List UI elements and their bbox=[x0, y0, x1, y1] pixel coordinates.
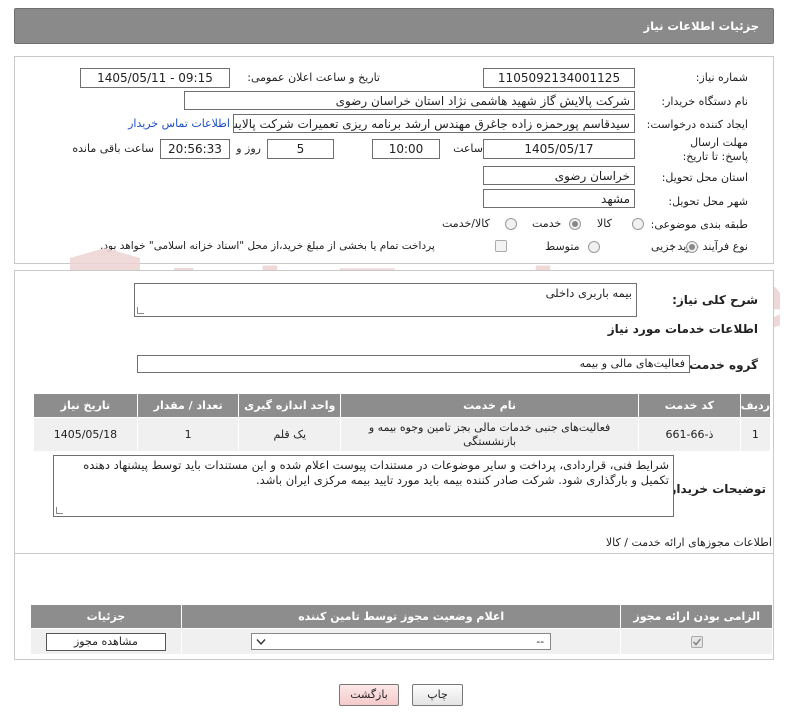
process-radio-minor[interactable] bbox=[686, 241, 698, 253]
permit-status-value: -- bbox=[536, 634, 545, 648]
creator-label: ایجاد کننده درخواست: bbox=[646, 118, 748, 131]
permit-status-select[interactable]: -- bbox=[251, 632, 552, 650]
permits-table: الزامی بودن ارائه مجوز اعلام وضعیت مجوز … bbox=[30, 604, 773, 655]
buyer-notes-textarea[interactable]: شرایط فنی، قراردادی، پرداخت و سایر موضوع… bbox=[53, 455, 674, 517]
category-radio-goods[interactable] bbox=[632, 218, 644, 230]
days-label: روز و bbox=[236, 142, 261, 155]
row-qty: 1 bbox=[136, 417, 240, 452]
process-label: نوع فرآیند خرید : bbox=[670, 240, 748, 253]
service-group-label: گروه خدمت: bbox=[684, 358, 758, 372]
row-unit: یک قلم bbox=[238, 417, 342, 452]
buyer-label: نام دستگاه خریدار: bbox=[661, 95, 748, 108]
col-index: ردیف bbox=[739, 393, 772, 418]
need-number-field: 1105092134001125 bbox=[483, 68, 635, 88]
category-radio-goods-service[interactable] bbox=[505, 218, 517, 230]
need-number-label: شماره نیاز: bbox=[695, 71, 748, 84]
service-group-field: فعالیت‌های مالی و بیمه bbox=[137, 355, 690, 373]
col-qty: تعداد / مقدار bbox=[136, 393, 240, 418]
buyer-notes-label: توضیحات خریدار: bbox=[664, 482, 766, 496]
back-button[interactable]: بازگشت bbox=[339, 684, 399, 706]
category-option-service: خدمت bbox=[532, 217, 562, 230]
view-permit-button[interactable]: مشاهده مجوز bbox=[45, 632, 166, 651]
category-label: طبقه بندی موضوعی: bbox=[650, 218, 748, 231]
city-field: مشهد bbox=[483, 189, 635, 208]
col-permit-details: جزئیات bbox=[30, 604, 182, 629]
summary-label: شرح کلی نیاز: bbox=[672, 293, 758, 307]
permits-section-title: اطلاعات مجوزهای ارائه خدمت / کالا bbox=[605, 536, 772, 549]
table-row: -- مشاهده مجوز bbox=[30, 628, 773, 655]
page-title: جزئیات اطلاعات نیاز bbox=[643, 19, 759, 33]
category-option-goods: کالا bbox=[597, 217, 612, 230]
summary-text: بیمه باربری داخلی bbox=[545, 286, 632, 300]
resize-handle-icon[interactable] bbox=[56, 507, 63, 514]
buyer-notes-text: شرایط فنی، قراردادی، پرداخت و سایر موضوع… bbox=[83, 458, 669, 487]
process-option-minor: جزیی bbox=[651, 240, 677, 253]
row-date: 1405/05/18 bbox=[33, 417, 138, 452]
col-name: نام خدمت bbox=[340, 393, 640, 418]
col-permit-required: الزامی بودن ارائه مجوز bbox=[620, 604, 773, 629]
days-field: 5 bbox=[267, 139, 334, 159]
permits-table-header: الزامی بودن ارائه مجوز اعلام وضعیت مجوز … bbox=[30, 604, 773, 629]
category-radio-service[interactable] bbox=[569, 218, 581, 230]
print-button[interactable]: چاپ bbox=[412, 684, 463, 706]
remaining-label: ساعت باقی مانده bbox=[72, 142, 154, 155]
deadline-date-field: 1405/05/17 bbox=[483, 139, 635, 159]
process-radio-medium[interactable] bbox=[588, 241, 600, 253]
table-row: 1 ذ-66-661 فعالیت‌های جنبی خدمات مالی بج… bbox=[33, 417, 772, 452]
category-option-goods-service: کالا/خدمت bbox=[442, 217, 490, 230]
page-header: جزئیات اطلاعات نیاز bbox=[14, 8, 774, 44]
process-option-medium: متوسط bbox=[545, 240, 580, 253]
permit-details-cell: مشاهده مجوز bbox=[30, 628, 182, 655]
treasury-checkbox[interactable] bbox=[495, 240, 507, 252]
col-permit-status: اعلام وضعیت مجوز توسط تامین کننده bbox=[180, 604, 622, 629]
permit-required-checkbox bbox=[690, 636, 703, 648]
city-label: شهر محل تحویل: bbox=[668, 195, 748, 208]
creator-field: سیدقاسم پورحمزه زاده جاغرق مهندس ارشد بر… bbox=[233, 114, 635, 133]
province-field: خراسان رضوی bbox=[483, 166, 635, 185]
resize-handle-icon[interactable] bbox=[137, 307, 144, 314]
announce-label: تاریخ و ساعت اعلان عمومی: bbox=[247, 71, 380, 84]
row-code: ذ-66-661 bbox=[638, 417, 741, 452]
chevron-down-icon bbox=[256, 638, 266, 645]
province-label: استان محل تحویل: bbox=[661, 171, 748, 184]
services-section-title: اطلاعات خدمات مورد نیاز bbox=[607, 322, 758, 336]
buyer-contact-link[interactable]: اطلاعات تماس خریدار bbox=[128, 117, 230, 130]
announce-field: 1405/05/11 - 09:15 bbox=[80, 68, 230, 88]
row-name: فعالیت‌های جنبی خدمات مالی بجز تامین وجو… bbox=[340, 417, 640, 452]
col-unit: واحد اندازه گیری bbox=[238, 393, 342, 418]
buyer-field: شرکت پالایش گاز شهید هاشمی نژاد استان خر… bbox=[184, 91, 635, 110]
row-index: 1 bbox=[739, 417, 772, 452]
summary-textarea[interactable]: بیمه باربری داخلی bbox=[134, 283, 637, 317]
col-code: کد خدمت bbox=[638, 393, 741, 418]
permit-required-cell bbox=[620, 628, 773, 655]
permit-status-cell: -- bbox=[180, 628, 622, 655]
deadline-time-label: ساعت bbox=[453, 142, 483, 155]
payment-note: پرداخت تمام یا بخشی از مبلغ خرید،از محل … bbox=[100, 240, 435, 252]
services-table: ردیف کد خدمت نام خدمت واحد اندازه گیری ت… bbox=[33, 393, 772, 452]
services-table-header: ردیف کد خدمت نام خدمت واحد اندازه گیری ت… bbox=[33, 393, 772, 418]
remaining-time-field: 20:56:33 bbox=[160, 139, 230, 159]
check-icon bbox=[692, 638, 701, 646]
deadline-time-field: 10:00 bbox=[372, 139, 440, 159]
deadline-label: مهلت ارسال پاسخ: تا تاریخ: bbox=[682, 136, 748, 163]
col-date: تاریخ نیاز bbox=[33, 393, 138, 418]
